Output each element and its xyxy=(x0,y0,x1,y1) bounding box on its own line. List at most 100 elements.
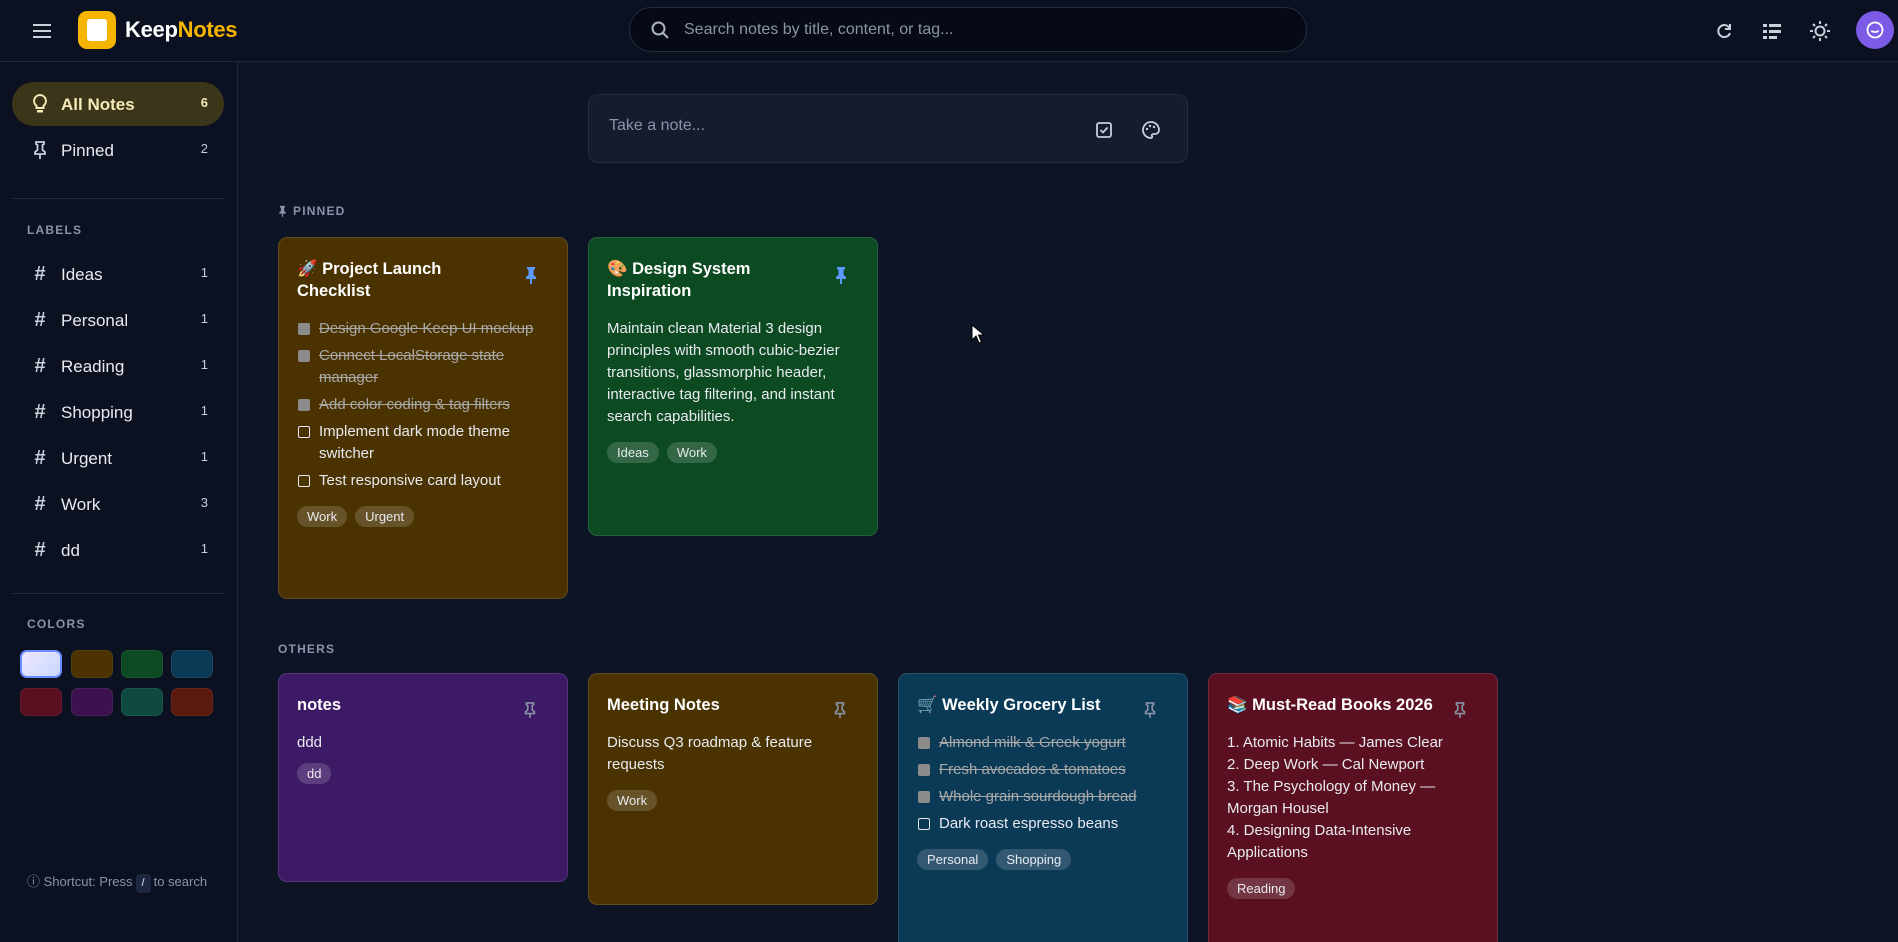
unpinned-icon[interactable] xyxy=(1453,702,1471,720)
color-swatch-default[interactable] xyxy=(20,650,62,678)
lightbulb-icon xyxy=(30,94,50,114)
checklist-item[interactable]: Whole grain sourdough bread xyxy=(917,786,1169,808)
note-card[interactable]: 📚 Must-Read Books 2026 1. Atomic Habits … xyxy=(1208,673,1498,942)
checklist-item[interactable]: Design Google Keep UI mockup xyxy=(297,318,549,340)
color-swatch-teal[interactable] xyxy=(121,688,163,716)
sidebar-item-all-notes[interactable]: All Notes 6 xyxy=(12,82,224,126)
take-note-input[interactable] xyxy=(609,117,1049,135)
list-view-icon[interactable] xyxy=(1756,15,1788,47)
note-card[interactable]: Meeting Notes Discuss Q3 roadmap & featu… xyxy=(588,673,878,905)
sidebar: All Notes 6 Pinned 2 LABELS # Ideas 1 # Per… xyxy=(0,62,238,942)
app-logo-icon xyxy=(78,11,116,49)
note-tags: Work Urgent xyxy=(297,506,549,527)
checklist-item[interactable]: Add color coding & tag filters xyxy=(297,394,549,416)
palette-icon[interactable] xyxy=(1138,117,1164,143)
checkbox-checked[interactable] xyxy=(298,350,310,362)
menu-icon[interactable] xyxy=(27,16,57,46)
refresh-icon[interactable] xyxy=(1708,15,1740,47)
sidebar-item-pinned[interactable]: Pinned 2 xyxy=(12,128,224,172)
note-checklist: Design Google Keep UI mockup Connect Loc… xyxy=(297,318,549,492)
note-title: 🚀 Project Launch Checklist xyxy=(297,260,442,300)
colors-heading: COLORS xyxy=(27,617,86,631)
checkbox-checked[interactable] xyxy=(918,764,930,776)
sidebar-item-reading[interactable]: # Reading 1 xyxy=(12,344,224,388)
note-title: Meeting Notes xyxy=(607,696,720,714)
note-body: Discuss Q3 roadmap & feature requests xyxy=(607,734,813,773)
unpinned-icon[interactable] xyxy=(1143,702,1161,720)
theme-sun-icon[interactable] xyxy=(1804,15,1836,47)
note-checklist: Almond milk & Greek yogurt Fresh avocado… xyxy=(917,732,1169,835)
unpinned-icon[interactable] xyxy=(523,702,541,720)
color-swatch-purple[interactable] xyxy=(71,688,113,716)
checkbox-unchecked[interactable] xyxy=(918,818,930,830)
avatar-icon[interactable] xyxy=(1856,11,1894,49)
sidebar-item-shopping[interactable]: # Shopping 1 xyxy=(12,390,224,434)
pinned-icon[interactable] xyxy=(833,266,851,284)
sidebar-item-ideas[interactable]: # Ideas 1 xyxy=(12,252,224,296)
note-title: notes xyxy=(297,696,342,714)
color-swatch-red[interactable] xyxy=(20,688,62,716)
search-bar xyxy=(629,7,1307,52)
tag-chip[interactable]: Reading xyxy=(1227,878,1296,899)
tag-chip[interactable]: Work xyxy=(297,506,348,527)
compose-bar xyxy=(588,94,1188,163)
search-input[interactable] xyxy=(684,20,1284,39)
search-icon xyxy=(650,20,670,40)
note-card[interactable]: notes ddd dd xyxy=(278,673,568,882)
note-card[interactable]: 🎨 Design System Inspiration Maintain cle… xyxy=(588,237,878,536)
unpinned-icon[interactable] xyxy=(833,702,851,720)
sidebar-item-work[interactable]: # Work 3 xyxy=(12,482,224,526)
tag-chip[interactable]: dd xyxy=(297,763,332,784)
tag-chip[interactable]: Work xyxy=(607,790,658,811)
sidebar-divider xyxy=(12,593,224,594)
shortcut-hint: ⓘ Shortcut: Press / to search xyxy=(27,872,227,893)
tag-chip[interactable]: Urgent xyxy=(355,506,415,527)
pinned-icon[interactable] xyxy=(523,266,541,284)
note-body: 1. Atomic Habits — James Clear 2. Deep W… xyxy=(1227,732,1479,864)
sidebar-divider xyxy=(12,198,224,199)
checkbox-unchecked[interactable] xyxy=(298,475,310,487)
checklist-item[interactable]: Fresh avocados & tomatoes xyxy=(917,759,1169,781)
sidebar-item-personal[interactable]: # Personal 1 xyxy=(12,298,224,342)
color-swatch-brown[interactable] xyxy=(71,650,113,678)
tag-chip[interactable]: Personal xyxy=(917,849,989,870)
note-tags: Reading xyxy=(1227,878,1479,899)
color-swatch-blue[interactable] xyxy=(171,650,213,678)
checkbox-checked[interactable] xyxy=(918,737,930,749)
note-tags: Personal Shopping xyxy=(917,849,1169,870)
checklist-item[interactable]: Dark roast espresso beans xyxy=(917,813,1169,835)
app-brand: KeepNotes xyxy=(125,17,238,42)
hash-icon: # xyxy=(34,539,46,561)
note-tags: Work xyxy=(607,790,859,811)
checkbox-checked[interactable] xyxy=(918,791,930,803)
pin-icon xyxy=(30,140,50,160)
checklist-item[interactable]: Implement dark mode theme switcher xyxy=(297,421,549,465)
note-card[interactable]: 🚀 Project Launch Checklist Design Google… xyxy=(278,237,568,599)
info-icon: ⓘ xyxy=(27,874,41,889)
hash-icon: # xyxy=(34,309,46,331)
hash-icon: # xyxy=(34,401,46,423)
sidebar-item-urgent[interactable]: # Urgent 1 xyxy=(12,436,224,480)
checklist-item[interactable]: Connect LocalStorage state manager xyxy=(297,345,549,389)
sidebar-item-dd[interactable]: # dd 1 xyxy=(12,528,224,572)
note-body: ddd xyxy=(297,734,323,751)
color-swatch-rust[interactable] xyxy=(171,688,213,716)
note-line: 3. The Psychology of Money — Morgan Hous… xyxy=(1227,778,1436,817)
app-header: KeepNotes xyxy=(0,0,1898,62)
mouse-cursor-icon xyxy=(971,324,985,344)
checklist-item[interactable]: Test responsive card layout xyxy=(297,470,549,492)
checkbox-checked[interactable] xyxy=(298,323,310,335)
color-swatch-green[interactable] xyxy=(121,650,163,678)
tag-chip[interactable]: Shopping xyxy=(996,849,1072,870)
tag-chip[interactable]: Ideas xyxy=(607,442,659,463)
checklist-item[interactable]: Almond milk & Greek yogurt xyxy=(917,732,1169,754)
others-heading: OTHERS xyxy=(278,642,336,656)
new-checklist-icon[interactable] xyxy=(1091,117,1117,143)
checkbox-checked[interactable] xyxy=(298,399,310,411)
pinned-heading: PINNED xyxy=(278,204,346,218)
tag-chip[interactable]: Work xyxy=(666,442,717,463)
hash-icon: # xyxy=(34,447,46,469)
checkbox-unchecked[interactable] xyxy=(298,426,310,438)
note-card[interactable]: 🛒 Weekly Grocery List Almond milk & Gree… xyxy=(898,673,1188,942)
shortcut-key: / xyxy=(135,874,151,893)
